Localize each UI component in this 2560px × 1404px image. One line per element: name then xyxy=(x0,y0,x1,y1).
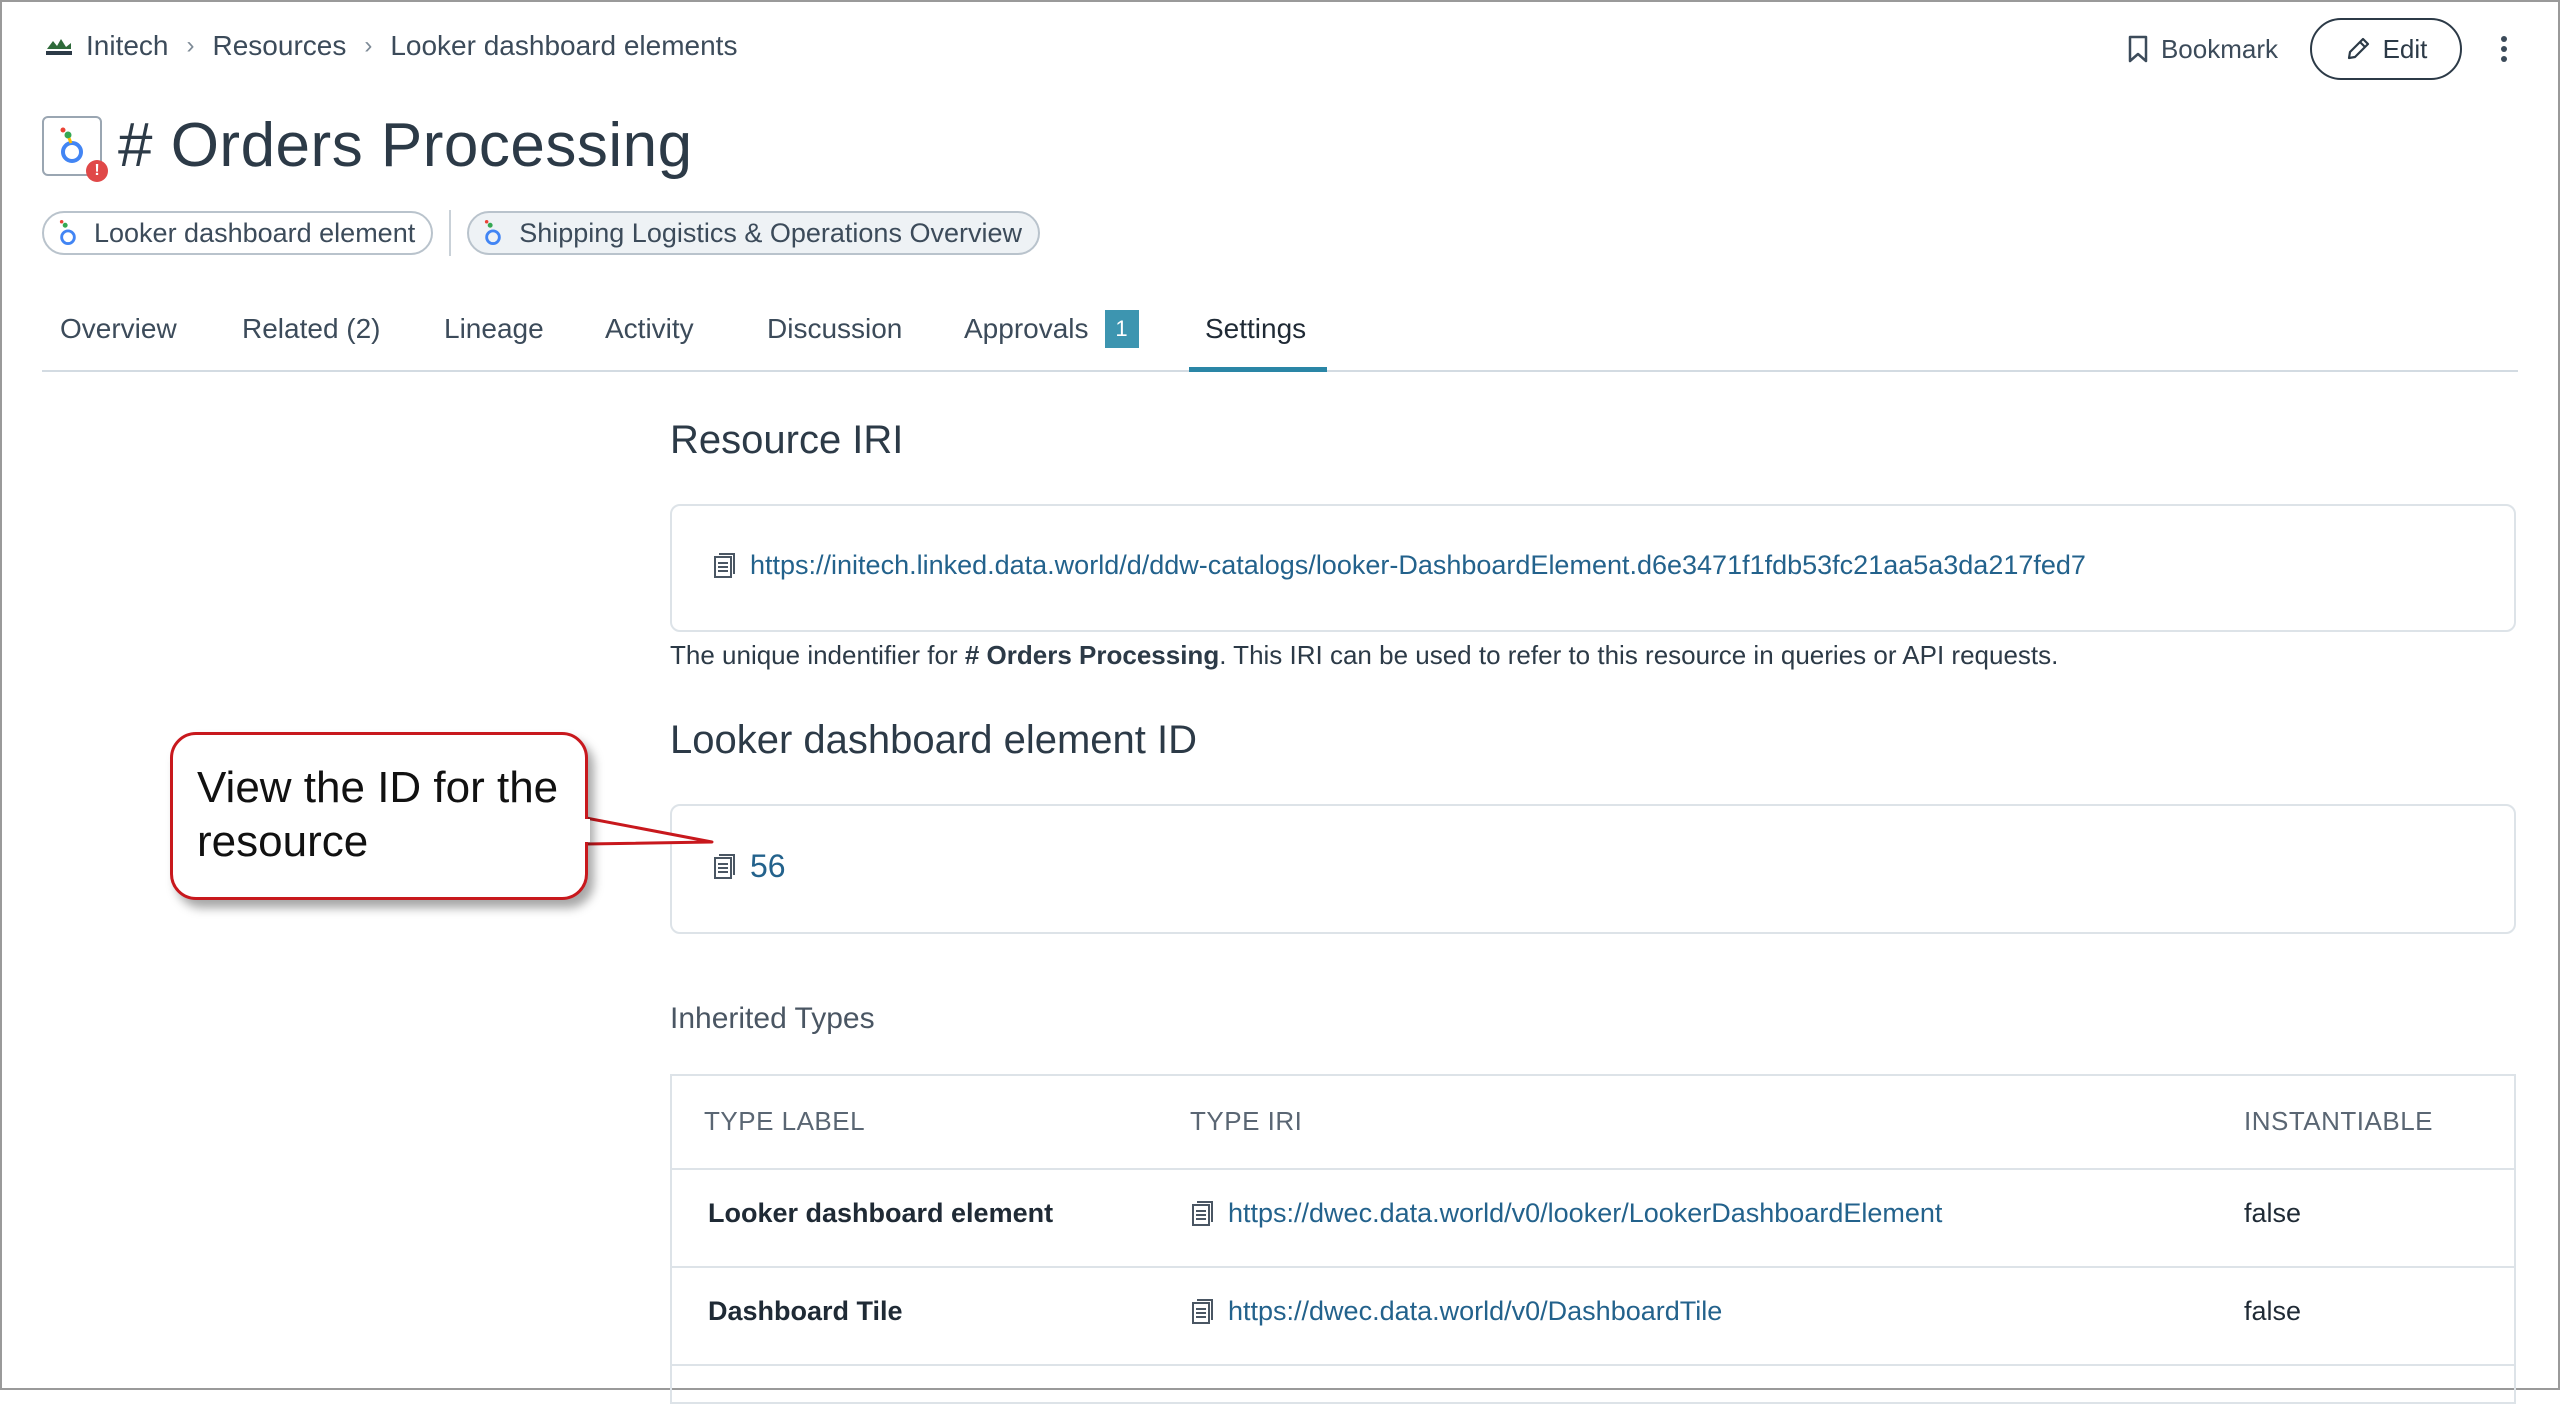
breadcrumb-current[interactable]: Looker dashboard elements xyxy=(390,30,737,62)
column-header-instantiable: INSTANTIABLE xyxy=(2244,1106,2434,1136)
looker-icon xyxy=(59,219,76,245)
inherited-types-table: TYPE LABEL TYPE IRI INSTANTIABLE Looker … xyxy=(670,1074,2516,1404)
tab-lineage[interactable]: Lineage xyxy=(444,290,544,368)
callout-annotation: View the ID for the resource xyxy=(170,732,588,900)
tab-related[interactable]: Related (2) xyxy=(242,290,381,368)
column-header-type-label: TYPE LABEL xyxy=(704,1106,866,1136)
initech-logo-icon xyxy=(44,34,74,58)
instantiable-cell: false xyxy=(2244,1296,2302,1326)
resource-iri-heading: Resource IRI xyxy=(670,418,904,462)
breadcrumb-org[interactable]: Initech xyxy=(86,30,169,62)
chip-parent-dashboard-label: Shipping Logistics & Operations Overview xyxy=(519,217,1022,248)
looker-resource-icon: ! xyxy=(42,115,108,182)
inherited-types-heading: Inherited Types xyxy=(670,1002,875,1035)
tab-overview[interactable]: Overview xyxy=(60,290,177,368)
table-row: Looker dashboard element https://dwec.da… xyxy=(672,1168,2514,1268)
tab-activity[interactable]: Activity xyxy=(605,290,694,368)
chip-parent-dashboard[interactable]: Shipping Logistics & Operations Overview xyxy=(467,211,1040,255)
active-tab-indicator xyxy=(1189,367,1327,372)
description-resource-name: # Orders Processing xyxy=(964,640,1220,670)
pencil-icon xyxy=(2347,37,2369,60)
copy-icon[interactable] xyxy=(1190,1200,1214,1228)
edit-button[interactable]: Edit xyxy=(2310,18,2462,80)
type-label-cell: Looker dashboard element xyxy=(708,1198,1054,1228)
instantiable-cell: false xyxy=(2244,1198,2302,1228)
table-header-row: TYPE LABEL TYPE IRI INSTANTIABLE xyxy=(672,1076,2514,1170)
header-actions: Bookmark Edit xyxy=(2127,18,2516,80)
approvals-count-badge: 1 xyxy=(1104,310,1139,348)
breadcrumb: Initech › Resources › Looker dashboard e… xyxy=(44,28,737,64)
table-row: Dashboard Tile https://dwec.data.world/v… xyxy=(672,1266,2514,1366)
type-iri-cell: https://dwec.data.world/v0/looker/Looker… xyxy=(1190,1198,1942,1229)
description-prefix: The unique indentifier for xyxy=(670,640,965,670)
chip-resource-type-label: Looker dashboard element xyxy=(94,217,416,248)
element-id-box xyxy=(670,804,2516,934)
element-id-value[interactable]: 56 xyxy=(750,848,786,885)
type-iri-cell: https://dwec.data.world/v0/DashboardTile xyxy=(1190,1296,1722,1327)
bookmark-button[interactable]: Bookmark xyxy=(2127,34,2278,65)
copy-icon[interactable] xyxy=(712,853,736,881)
resource-iri-description: The unique indentifier for # Orders Proc… xyxy=(670,640,2058,671)
page-header: ! # Orders Processing xyxy=(42,110,693,182)
tab-approvals[interactable]: Approvals 1 xyxy=(964,290,1139,368)
bookmark-icon xyxy=(2128,35,2148,63)
type-iri-link[interactable]: https://dwec.data.world/v0/DashboardTile xyxy=(1228,1296,1722,1327)
element-id-row: 56 xyxy=(712,848,786,885)
tab-settings[interactable]: Settings xyxy=(1205,290,1306,368)
resource-iri-row: https://initech.linked.data.world/d/ddw-… xyxy=(712,550,2086,581)
resource-chips: Looker dashboard element Shipping Logist… xyxy=(42,210,1040,256)
chip-divider xyxy=(449,210,452,256)
chip-resource-type[interactable]: Looker dashboard element xyxy=(42,211,434,255)
tab-bar: Overview Related (2) Lineage Activity Di… xyxy=(42,290,2518,372)
copy-icon[interactable] xyxy=(712,552,736,580)
type-label-cell: Dashboard Tile xyxy=(708,1296,903,1326)
page-title: # Orders Processing xyxy=(118,111,693,180)
more-options-icon[interactable] xyxy=(2492,34,2516,64)
column-header-type-iri: TYPE IRI xyxy=(1190,1106,1303,1136)
resource-iri-link[interactable]: https://initech.linked.data.world/d/ddw-… xyxy=(750,550,2086,581)
edit-label: Edit xyxy=(2382,33,2428,64)
type-iri-link[interactable]: https://dwec.data.world/v0/looker/Looker… xyxy=(1228,1198,1942,1229)
tab-approvals-label: Approvals xyxy=(964,313,1089,344)
element-id-heading: Looker dashboard element ID xyxy=(670,718,1197,762)
looker-icon xyxy=(485,219,501,245)
bookmark-label: Bookmark xyxy=(2160,33,2278,64)
copy-icon[interactable] xyxy=(1190,1298,1214,1326)
breadcrumb-resources[interactable]: Resources xyxy=(213,30,347,62)
chevron-right-icon: › xyxy=(186,32,195,59)
alert-badge-icon: ! xyxy=(86,159,108,182)
tab-discussion[interactable]: Discussion xyxy=(767,290,902,368)
chevron-right-icon: › xyxy=(364,32,373,59)
description-suffix: . This IRI can be used to refer to this … xyxy=(1219,640,2059,670)
